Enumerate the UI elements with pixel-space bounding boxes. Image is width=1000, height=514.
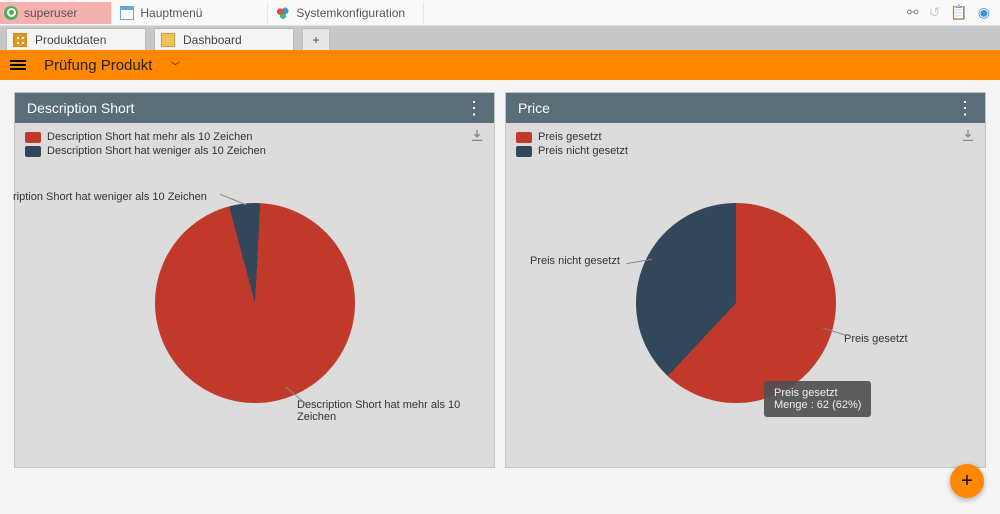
- tab-label: Dashboard: [183, 33, 242, 47]
- username: superuser: [24, 6, 77, 20]
- clipboard-icon[interactable]: 📋: [950, 4, 967, 21]
- grid-icon: [13, 33, 27, 47]
- tab-add-button[interactable]: +: [302, 28, 330, 50]
- user-chip[interactable]: superuser: [0, 2, 112, 24]
- status-indicator-icon: [4, 6, 18, 20]
- menu-icon[interactable]: [10, 58, 26, 72]
- legend-swatch-red: [25, 132, 41, 143]
- pie: [155, 203, 355, 403]
- legend: Description Short hat mehr als 10 Zeiche…: [15, 123, 494, 163]
- leader-line: [220, 194, 246, 205]
- top-tab-hauptmenu[interactable]: Hauptmenü: [112, 2, 268, 24]
- top-tab-systemkonfiguration[interactable]: Systemkonfiguration: [268, 2, 424, 24]
- help-icon[interactable]: ◉: [978, 4, 990, 21]
- pie-chart: Preis nicht gesetzt Preis gesetzt Preis …: [506, 163, 985, 443]
- legend-label: Description Short hat mehr als 10 Zeiche…: [47, 131, 252, 143]
- window-icon: [120, 6, 134, 20]
- tooltip-line: Preis gesetzt: [774, 387, 861, 399]
- workspace-tabs: Produktdaten Dashboard +: [0, 26, 1000, 50]
- legend-label: Preis nicht gesetzt: [538, 145, 628, 157]
- download-icon[interactable]: [961, 129, 975, 143]
- dashboard: Description Short ⋮ Description Short ha…: [0, 80, 1000, 480]
- top-toolbar: superuser Hauptmenü Systemkonfiguration …: [0, 0, 1000, 26]
- slice-label-dark: Preis nicht gesetzt: [530, 255, 620, 267]
- slice-label-major: Description Short hat mehr als 10 Zeiche…: [297, 399, 494, 423]
- top-tab-label: Systemkonfiguration: [296, 6, 405, 20]
- legend-swatch-dark: [516, 146, 532, 157]
- card-header: Price ⋮: [506, 93, 985, 123]
- download-icon[interactable]: [470, 129, 484, 143]
- kebab-icon[interactable]: ⋮: [956, 98, 973, 119]
- legend-swatch-red: [516, 132, 532, 143]
- card-title: Description Short: [27, 100, 134, 116]
- gears-icon: [276, 6, 290, 20]
- toolbar-right: ⚯ ↺ 📋 ◉: [907, 4, 1000, 21]
- page-header: Prüfung Produkt ﹀: [0, 50, 1000, 80]
- top-tab-label: Hauptmenü: [140, 6, 202, 20]
- chart-tooltip: Preis gesetzt Menge : 62 (62%): [764, 381, 871, 417]
- legend-swatch-dark: [25, 146, 41, 157]
- pie-chart: ription Short hat weniger als 10 Zeichen…: [15, 163, 494, 443]
- tab-label: Produktdaten: [35, 33, 106, 47]
- legend: Preis gesetzt Preis nicht gesetzt: [506, 123, 985, 163]
- page-title: Prüfung Produkt: [44, 57, 152, 74]
- legend-label: Preis gesetzt: [538, 131, 602, 143]
- folder-icon: [161, 33, 175, 47]
- tooltip-line: Menge : 62 (62%): [774, 399, 861, 411]
- kebab-icon[interactable]: ⋮: [465, 98, 482, 119]
- legend-label: Description Short hat weniger als 10 Zei…: [47, 145, 266, 157]
- card-description-short: Description Short ⋮ Description Short ha…: [14, 92, 495, 468]
- card-price: Price ⋮ Preis gesetzt Preis nicht gesetz…: [505, 92, 986, 468]
- fab-add-button[interactable]: +: [950, 464, 984, 498]
- tab-produktdaten[interactable]: Produktdaten: [6, 28, 146, 50]
- slice-label-minor: ription Short hat weniger als 10 Zeichen: [13, 191, 207, 203]
- slice-label-red: Preis gesetzt: [844, 333, 908, 345]
- tab-dashboard[interactable]: Dashboard: [154, 28, 294, 50]
- chevron-down-icon[interactable]: ﹀: [170, 58, 180, 73]
- refresh-icon[interactable]: ↺: [929, 4, 941, 21]
- link-icon[interactable]: ⚯: [907, 4, 919, 21]
- card-header: Description Short ⋮: [15, 93, 494, 123]
- card-title: Price: [518, 100, 550, 116]
- pie: [636, 203, 836, 403]
